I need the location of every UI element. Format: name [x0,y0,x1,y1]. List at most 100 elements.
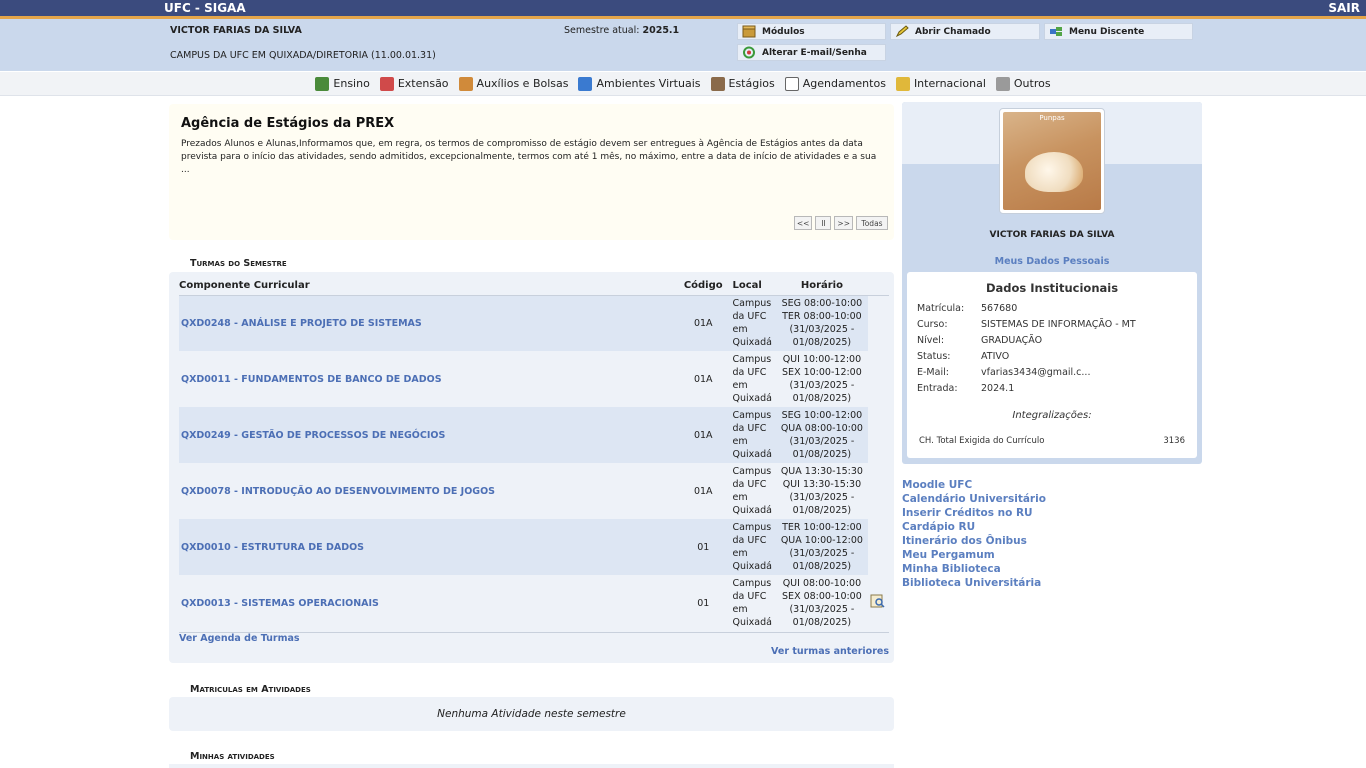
photo-image: Punpas [1003,112,1101,210]
action-cell [868,463,889,519]
componente-cell: QXD0078 - INTRODUÇÃO AO DESENVOLVIMENTO … [179,463,674,519]
horario-cell: QUI 08:00-10:00 SEX 08:00-10:00 (31/03/2… [776,575,868,631]
atividades-empty-text: Nenhuma Atividade neste semestre [437,708,626,720]
link-cardapio-ru[interactable]: Cardápio RU [902,520,1046,534]
menu-label: Outros [1013,77,1051,90]
horario-cell: TER 10:00-12:00 QUA 10:00-12:00 (31/03/2… [776,519,868,575]
menu-auxilios[interactable]: Auxílios e Bolsas [458,76,568,91]
link-pergamum[interactable]: Meu Pergamum [902,548,1046,562]
menu-ambientes-virtuais[interactable]: Ambientes Virtuais [578,76,701,91]
turmas-section-title: Turmas do Semestre [190,258,287,269]
app-title: UFC - SIGAA [164,1,246,15]
field-entrada: Entrada: 2024.1 [917,383,1015,394]
abrir-chamado-button[interactable]: Abrir Chamado [890,23,1040,40]
modulos-label: Módulos [762,26,805,37]
menu-discente-label: Menu Discente [1069,26,1145,37]
profile-name: VICTOR FARIAS DA SILVA [989,230,1115,240]
action-cell [868,519,889,575]
codigo-cell: 01A [673,351,733,407]
logout-link[interactable]: SAIR [1328,0,1360,16]
codigo-cell: 01 [673,575,733,631]
table-row: QXD0078 - INTRODUÇÃO AO DESENVOLVIMENTO … [179,463,889,519]
menu-label: Internacional [913,77,986,90]
turma-link[interactable]: QXD0249 - GESTÃO DE PROCESSOS DE NEGÓCIO… [181,430,445,441]
link-itinerario[interactable]: Itinerário dos Ônibus [902,534,1046,548]
menu-label: Ensino [333,77,370,90]
table-row: QXD0248 - ANÁLISE E PROJETO DE SISTEMAS … [179,295,889,351]
campus-name: CAMPUS DA UFC EM QUIXADA/DIRETORIA (11.0… [170,50,436,61]
abrir-chamado-label: Abrir Chamado [915,26,991,37]
integralizacoes-label: Integralizações: [1012,410,1092,421]
horario-cell: QUA 13:30-15:30 QUI 13:30-15:30 (31/03/2… [776,463,868,519]
profile-photo: Punpas [999,108,1105,214]
calendar-icon [784,76,799,91]
menu-outros[interactable]: Outros [995,76,1051,91]
header-local: Local [732,276,777,296]
table-row: QXD0011 - FUNDAMENTOS DE BANCO DE DADOS … [179,351,889,407]
link-creditos-ru[interactable]: Inserir Créditos no RU [902,506,1046,520]
photo-caption: Punpas [1039,114,1065,122]
componente-cell: QXD0248 - ANÁLISE E PROJETO DE SISTEMAS [179,295,674,351]
componente-cell: QXD0010 - ESTRUTURA DE DADOS [179,519,674,575]
link-moodle[interactable]: Moodle UFC [902,478,1046,492]
turmas-anteriores-link[interactable]: Ver turmas anteriores [771,646,889,657]
componente-cell: QXD0249 - GESTÃO DE PROCESSOS DE NEGÓCIO… [179,407,674,463]
modulos-button[interactable]: Módulos [737,23,886,40]
turma-link[interactable]: QXD0248 - ANÁLISE E PROJETO DE SISTEMAS [181,318,422,329]
pencil-icon [895,25,909,38]
news-title: Agência de Estágios da PREX [181,116,395,131]
agenda-turmas-link[interactable]: Ver Agenda de Turmas [179,633,300,644]
alterar-email-label: Alterar E-mail/Senha [762,47,867,58]
menu-label: Extensão [397,77,449,90]
turma-link[interactable]: QXD0078 - INTRODUÇÃO AO DESENVOLVIMENTO … [181,486,495,497]
alterar-email-button[interactable]: Alterar E-mail/Senha [737,44,886,61]
cubes-icon [578,76,593,91]
header-horario: Horário [776,276,868,296]
header-componente: Componente Curricular [179,276,674,296]
table-row: QXD0249 - GESTÃO DE PROCESSOS DE NEGÓCIO… [179,407,889,463]
turma-link[interactable]: QXD0010 - ESTRUTURA DE DADOS [181,542,364,553]
turma-link[interactable]: QXD0013 - SISTEMAS OPERACIONAIS [181,598,379,609]
field-matricula: Matrícula: 567680 [917,303,1018,314]
current-semester: Semestre atual: 2025.1 [564,25,679,36]
turmas-table: Componente Curricular Código Local Horár… [179,276,889,631]
calculator-icon [995,76,1010,91]
menu-discente-button[interactable]: Menu Discente [1044,23,1193,40]
news-controls: << II >> Todas [793,216,888,230]
menu-internacional[interactable]: Internacional [895,76,986,91]
header-actions [867,276,889,296]
field-curso: Curso: SISTEMAS DE INFORMAÇÃO - MT [917,319,1136,330]
news-pause-button[interactable]: II [815,216,832,230]
globe-icon [895,76,910,91]
meus-dados-link[interactable]: Meus Dados Pessoais [902,256,1202,267]
action-cell [868,575,889,631]
turma-link[interactable]: QXD0011 - FUNDAMENTOS DE BANCO DE DADOS [181,374,442,385]
local-cell: Campus da UFC em Quixadá [732,575,777,631]
news-prev-button[interactable]: << [793,216,813,230]
menu-agendamentos[interactable]: Agendamentos [784,76,886,91]
books-icon [315,76,330,91]
news-all-button[interactable]: Todas [856,216,888,230]
box-icon [742,25,756,38]
cat-image [1025,152,1083,192]
link-minha-biblioteca[interactable]: Minha Biblioteca [902,562,1046,576]
codigo-cell: 01A [673,407,733,463]
ch-total: CH. Total Exigida do Currículo 3136 [919,436,1185,446]
menu-extensao[interactable]: Extensão [379,76,449,91]
minhas-atividades-title: Minhas atividades [190,751,275,762]
menu-ensino[interactable]: Ensino [315,76,370,91]
link-calendario[interactable]: Calendário Universitário [902,492,1046,506]
quick-links: Moodle UFC Calendário Universitário Inse… [902,478,1046,590]
local-cell: Campus da UFC em Quixadá [732,519,777,575]
field-email: E-Mail: vfarias3434@gmail.c... [917,367,1091,378]
link-biblioteca-universitaria[interactable]: Biblioteca Universitária [902,576,1046,590]
user-icon [710,76,725,91]
menu-estagios[interactable]: Estágios [710,76,775,91]
ch-value: 3136 [1163,436,1185,446]
news-next-button[interactable]: >> [834,216,853,230]
search-document-icon[interactable] [870,594,886,608]
menu-label: Estágios [728,77,775,90]
componente-cell: QXD0011 - FUNDAMENTOS DE BANCO DE DADOS [179,351,674,407]
main-menu: Ensino Extensão Auxílios e Bolsas Ambien… [0,72,1366,96]
table-row: QXD0013 - SISTEMAS OPERACIONAIS 01 Campu… [179,575,889,631]
